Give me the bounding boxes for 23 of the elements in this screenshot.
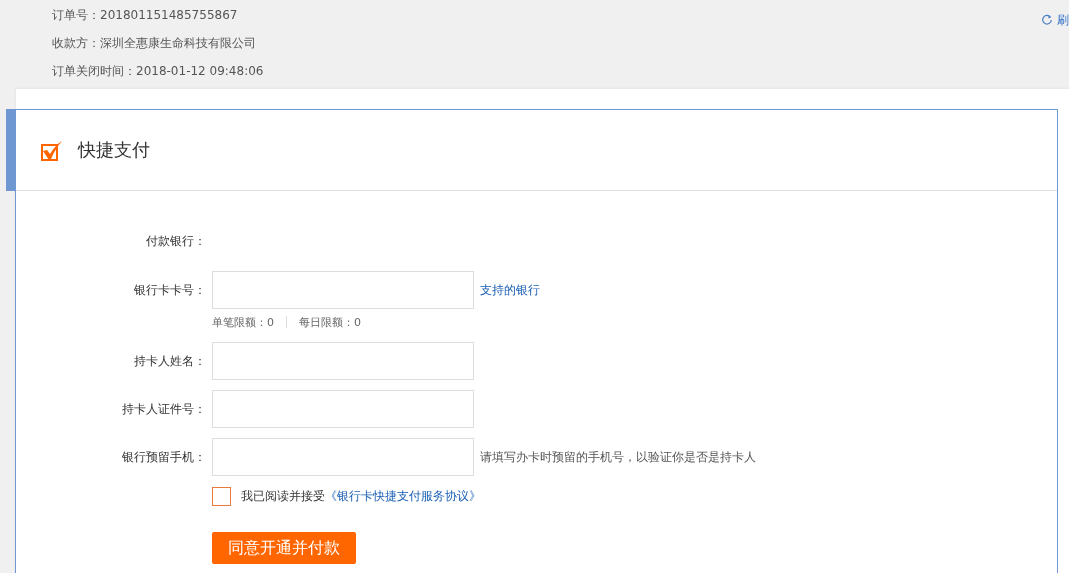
agreement-link[interactable]: 《银行卡快捷支付服务协议》 — [325, 487, 481, 505]
payment-method-title: 快捷支付 — [78, 138, 150, 162]
supported-banks-link[interactable]: 支持的银行 — [480, 281, 540, 299]
input-field[interactable] — [212, 271, 474, 309]
refresh-link[interactable]: 刷 — [1057, 11, 1069, 29]
limit-text: 每日限额：0 — [299, 314, 361, 330]
input-field[interactable] — [212, 342, 474, 380]
order-info-line: 订单号：201801151485755867 — [52, 7, 239, 24]
agreement-checkbox[interactable] — [212, 486, 231, 506]
field-label: 银行卡卡号： — [133, 281, 207, 299]
order-info-line: 收款方：深圳全惠康生命科技有限公司 — [52, 35, 257, 52]
field-label: 持卡人姓名： — [133, 352, 207, 370]
field-hint: 请填写办卡时预留的手机号，以验证你是否是持卡人 — [480, 448, 756, 466]
payment-method-checkbox[interactable] — [41, 139, 63, 161]
field-label: 付款银行： — [145, 232, 207, 250]
input-field[interactable] — [212, 390, 474, 428]
agreement-text: 我已阅读并接受 — [241, 487, 325, 505]
input-field[interactable] — [212, 438, 474, 476]
field-label: 持卡人证件号： — [121, 400, 207, 418]
limit-text: 单笔限额：0 — [212, 314, 274, 330]
order-info-line: 订单关闭时间：2018-01-12 09:48:06 — [52, 63, 264, 80]
field-label: 银行预留手机： — [121, 448, 207, 466]
refresh-icon[interactable] — [1041, 14, 1053, 26]
